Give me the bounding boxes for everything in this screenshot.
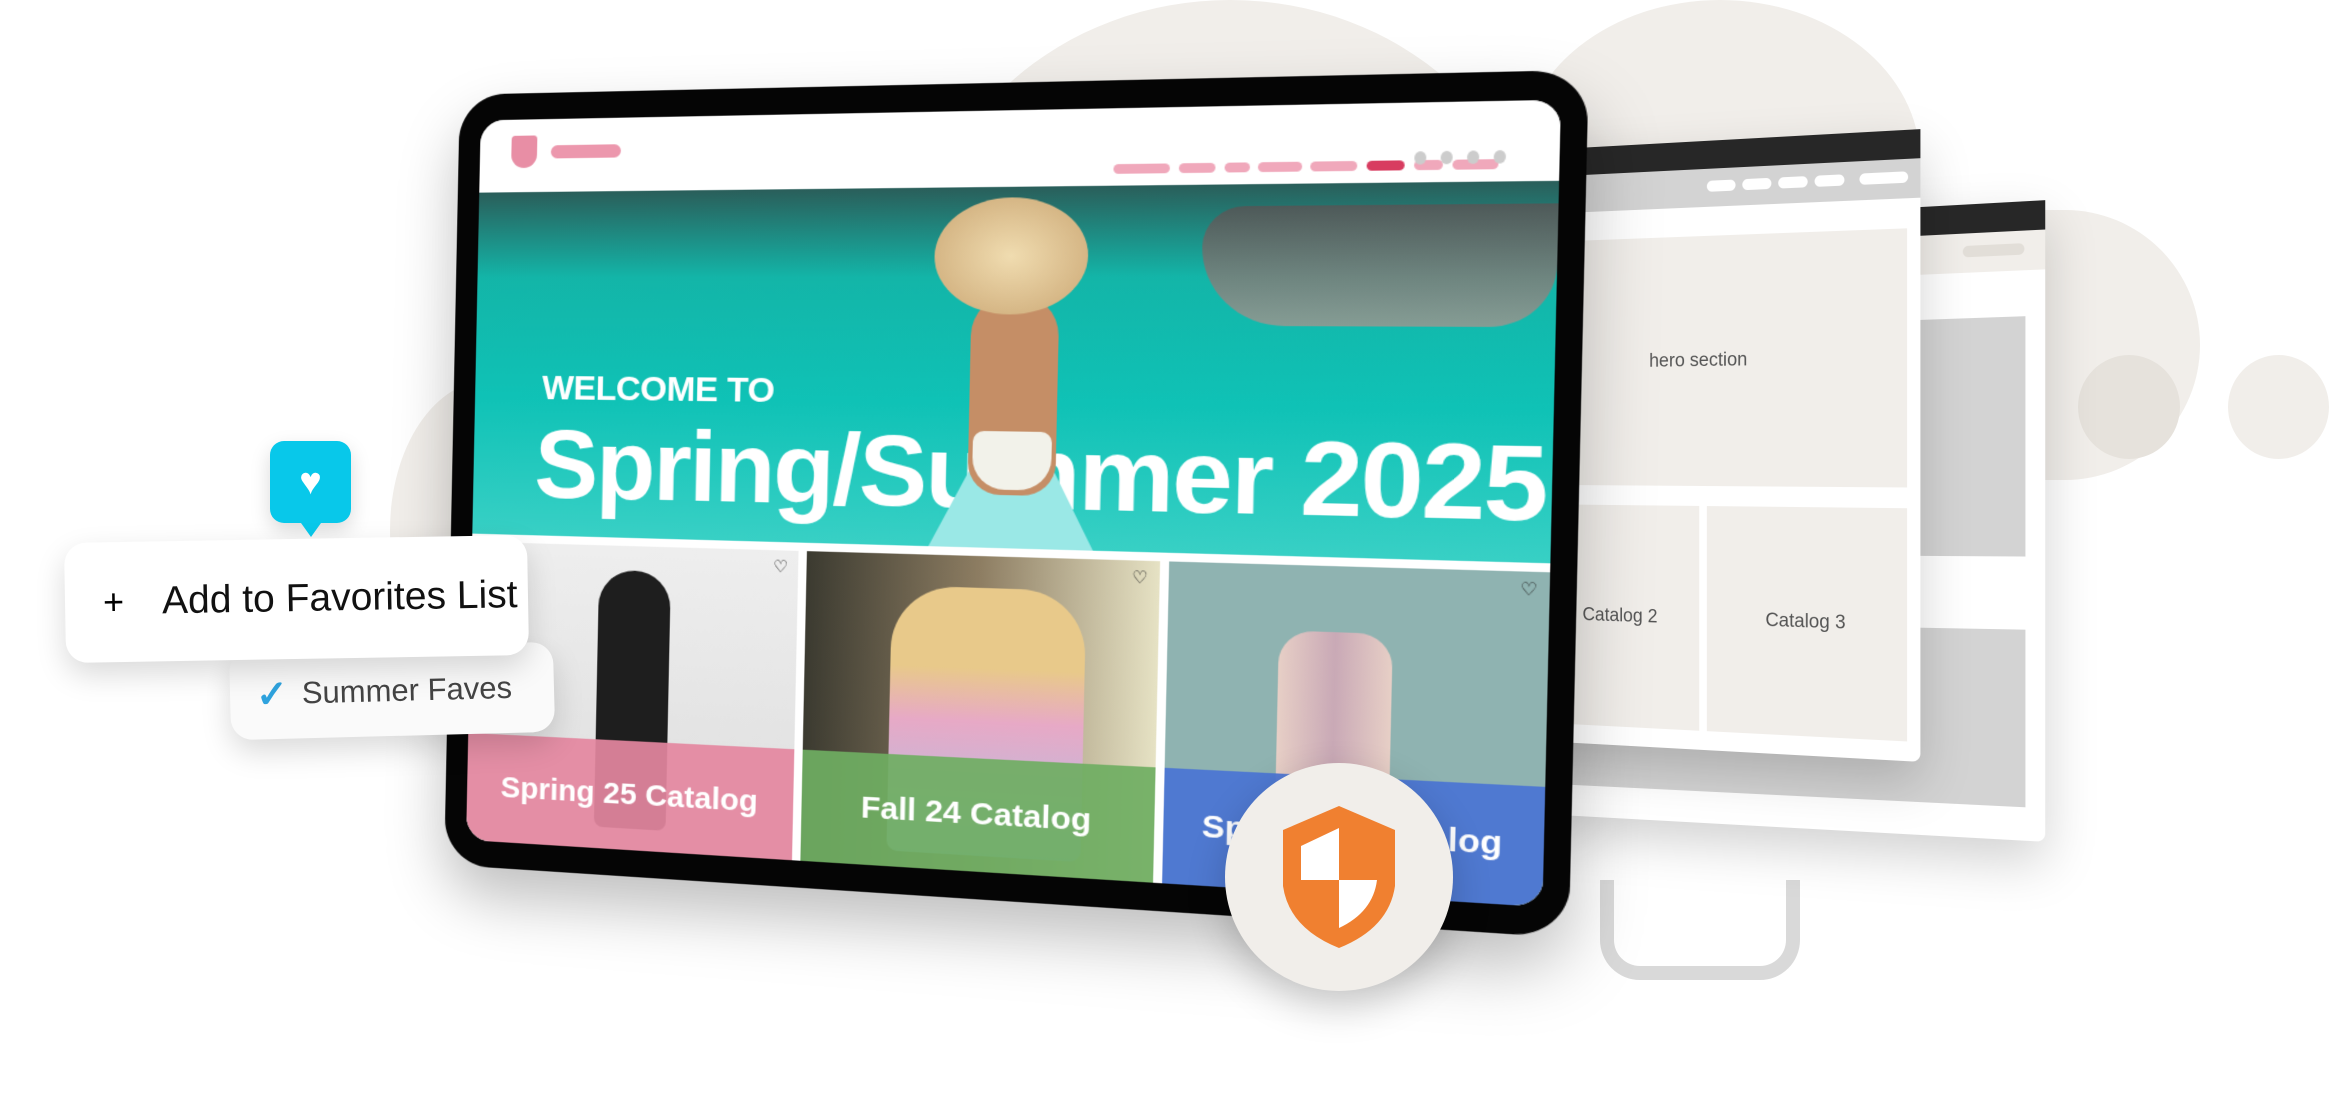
check-icon: ✓	[255, 673, 289, 717]
nav-item[interactable]	[1257, 161, 1303, 173]
heart-outline-icon[interactable]: ♡	[1132, 567, 1149, 589]
hero-model-hat	[933, 196, 1090, 315]
catalog-label: Fall 24 Catalog	[800, 749, 1156, 883]
plus-icon: +	[102, 581, 125, 623]
background-shape	[2078, 355, 2180, 459]
favorite-heart-bubble[interactable]: ♥	[270, 441, 351, 537]
hero-welcome: WELCOME TO	[541, 368, 775, 411]
nav-item[interactable]	[1113, 163, 1170, 174]
stand-line	[1600, 880, 1800, 980]
heart-outline-icon[interactable]: ♡	[773, 556, 788, 577]
site-header	[479, 99, 1561, 193]
heart-icon: ♥	[299, 460, 322, 503]
brand-logo-icon[interactable]	[511, 135, 538, 169]
nav-item[interactable]	[1224, 162, 1251, 173]
hero-model-swimwear	[971, 430, 1053, 491]
wireframe-catalog-3: Catalog 3	[1706, 506, 1908, 742]
favorites-list-name: Summer Faves	[301, 669, 513, 711]
brand-name-placeholder	[550, 144, 622, 159]
security-badge	[1225, 763, 1453, 991]
dot-icon	[1493, 150, 1507, 164]
catalog-label: Spring 25 Catalog	[466, 732, 795, 861]
catalog-card[interactable]: ♡ Fall 24 Catalog	[800, 551, 1160, 883]
nav-item[interactable]	[1178, 162, 1216, 174]
hero-rocks	[1200, 203, 1559, 328]
dot-icon	[1440, 150, 1453, 165]
add-to-favorites-button[interactable]: + Add to Favorites List	[63, 534, 530, 664]
hero-banner: WELCOME TO Spring/Summer 2025	[472, 180, 1560, 564]
nav-item-active[interactable]	[1366, 160, 1405, 171]
shield-icon	[1283, 806, 1395, 948]
background-shape	[2228, 355, 2329, 459]
heart-outline-icon[interactable]: ♡	[1520, 578, 1538, 601]
nav-item[interactable]	[1310, 160, 1358, 172]
add-to-favorites-label: Add to Favorites List	[161, 573, 518, 623]
